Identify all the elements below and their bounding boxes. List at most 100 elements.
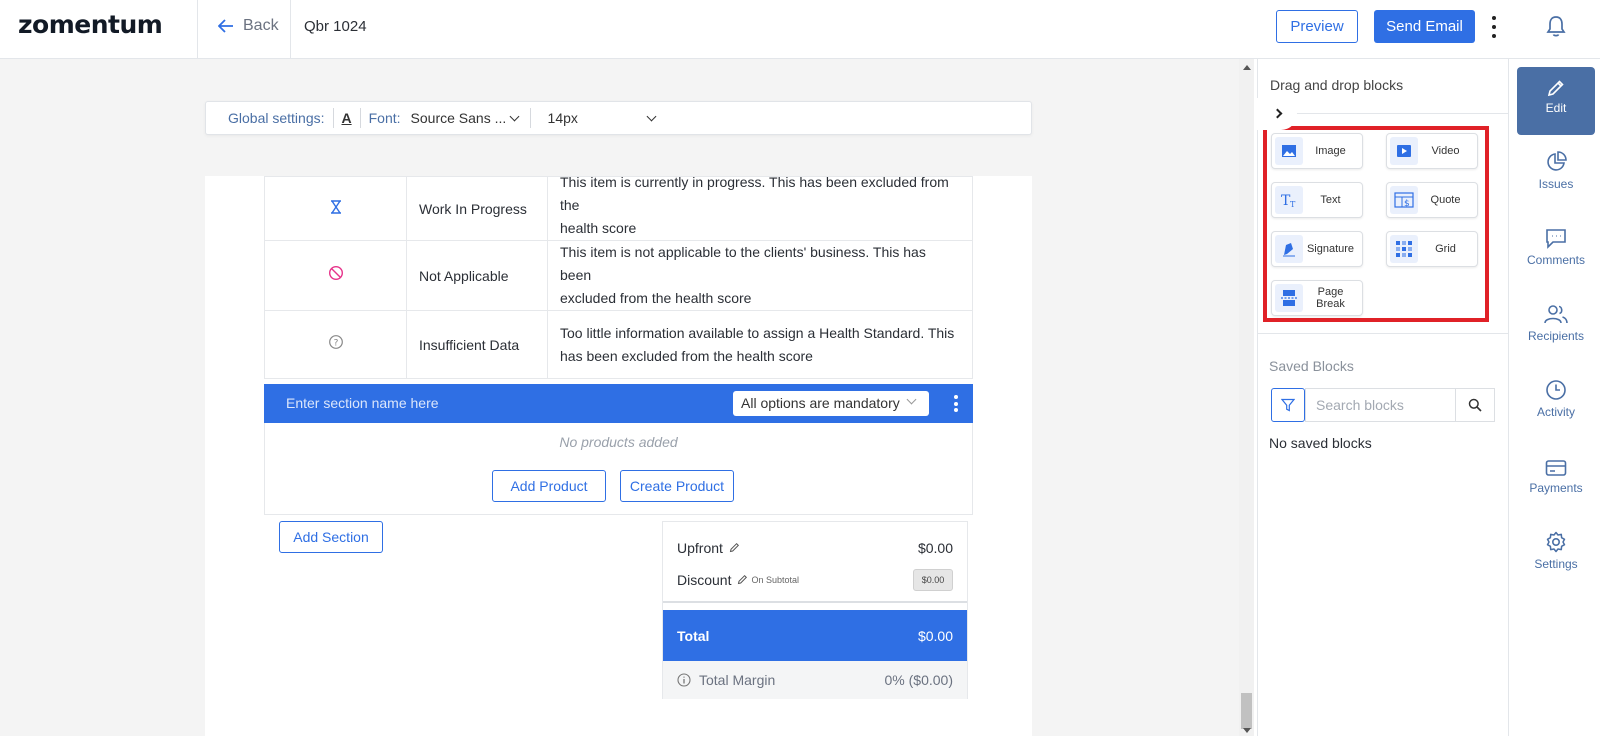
svg-text:T: T bbox=[1290, 200, 1296, 208]
legend-description-line: health score bbox=[560, 220, 637, 236]
margin-label: Total Margin bbox=[699, 672, 776, 688]
margin-value: 0% ($0.00) bbox=[884, 672, 953, 688]
table-row: Not Applicable This item is not applicab… bbox=[264, 240, 973, 311]
editor-canvas: Global settings: A Font: Source Sans ...… bbox=[0, 59, 1239, 736]
arrow-left-icon bbox=[218, 19, 233, 33]
rail-item-recipients[interactable]: Recipients bbox=[1517, 295, 1595, 363]
video-block[interactable]: Video bbox=[1386, 133, 1478, 169]
scroll-down-arrow-icon[interactable] bbox=[1243, 728, 1251, 733]
svg-text:$: $ bbox=[1404, 199, 1410, 208]
page-break-block[interactable]: Page Break bbox=[1271, 280, 1363, 316]
chevron-down-icon[interactable] bbox=[646, 111, 656, 121]
global-settings-label: Global settings: bbox=[228, 110, 325, 126]
more-options-icon[interactable] bbox=[1490, 16, 1498, 38]
canvas-scrollbar[interactable] bbox=[1239, 59, 1254, 736]
font-label: Font: bbox=[368, 110, 401, 126]
scroll-thumb[interactable] bbox=[1241, 693, 1252, 729]
scroll-up-arrow-icon[interactable] bbox=[1243, 65, 1251, 70]
create-product-button[interactable]: Create Product bbox=[620, 470, 734, 502]
upfront-row: Upfront $0.00 bbox=[677, 540, 953, 556]
logo: zomentum bbox=[18, 10, 163, 39]
discount-input[interactable]: $0.00 bbox=[913, 569, 953, 591]
rail-item-comments[interactable]: Comments bbox=[1517, 219, 1595, 287]
image-icon bbox=[1275, 137, 1303, 165]
margin-row: Total Margin 0% ($0.00) bbox=[663, 661, 967, 699]
section-name-input[interactable]: Enter section name here bbox=[286, 395, 439, 411]
video-icon bbox=[1390, 137, 1418, 165]
rail-item-label: Recipients bbox=[1527, 329, 1585, 343]
grid-block[interactable]: Grid bbox=[1386, 231, 1478, 267]
clock-icon bbox=[1545, 371, 1567, 401]
preview-button[interactable]: Preview bbox=[1276, 10, 1358, 43]
legend-description-line: excluded from the health score bbox=[560, 290, 752, 306]
block-label: Page Break bbox=[1316, 286, 1345, 310]
filter-button[interactable] bbox=[1271, 388, 1305, 422]
mandatory-select[interactable]: All options are mandatory bbox=[733, 391, 929, 416]
chevron-down-icon[interactable] bbox=[509, 111, 519, 121]
search-button[interactable] bbox=[1455, 388, 1495, 422]
hourglass-icon bbox=[264, 176, 407, 241]
table-row: Work In Progress This item is currently … bbox=[264, 174, 973, 241]
rail-item-edit[interactable]: Edit bbox=[1517, 67, 1595, 135]
text-block[interactable]: TT Text bbox=[1271, 182, 1363, 218]
search-blocks-input[interactable] bbox=[1305, 388, 1455, 422]
right-rail: Edit Issues Comments Recipients Activity… bbox=[1508, 59, 1600, 736]
signature-icon bbox=[1275, 235, 1303, 263]
divider bbox=[197, 0, 198, 59]
pencil-icon[interactable] bbox=[729, 540, 740, 556]
blocks-highlight-box: Image Video TT Text $ Quote Signature Gr… bbox=[1263, 126, 1489, 322]
text-icon: TT bbox=[1275, 186, 1303, 214]
grid-icon bbox=[1390, 235, 1418, 263]
collapse-panel-button[interactable] bbox=[1257, 98, 1297, 130]
add-section-button[interactable]: Add Section bbox=[279, 521, 383, 553]
back-label: Back bbox=[243, 17, 279, 34]
legend-description: Too little information available to assi… bbox=[547, 310, 973, 379]
chevron-down-icon bbox=[906, 394, 917, 405]
upfront-value: $0.00 bbox=[917, 540, 953, 556]
not-applicable-icon bbox=[264, 240, 407, 311]
block-label: Quote bbox=[1430, 194, 1461, 206]
block-label: Grid bbox=[1435, 243, 1456, 255]
pricing-summary: Upfront $0.00 Discount On Subtotal $0.00… bbox=[662, 521, 968, 699]
global-settings-bar: Global settings: A Font: Source Sans ...… bbox=[205, 101, 1032, 135]
document-title[interactable]: Qbr 1024 bbox=[304, 18, 367, 35]
legend-description-line: This item is currently in progress. This… bbox=[560, 174, 949, 213]
rail-item-activity[interactable]: Activity bbox=[1517, 371, 1595, 439]
divider bbox=[663, 601, 967, 603]
total-row: Total $0.00 bbox=[663, 610, 967, 661]
section-more-icon[interactable] bbox=[953, 395, 959, 412]
block-label: Text bbox=[1320, 194, 1341, 206]
question-icon: ? bbox=[264, 310, 407, 379]
bell-icon[interactable] bbox=[1545, 14, 1567, 43]
blocks-panel: Drag and drop blocks Image Video TT Text… bbox=[1257, 59, 1508, 736]
font-size-select[interactable]: 14px bbox=[548, 110, 648, 126]
total-value: $0.00 bbox=[917, 628, 953, 644]
upfront-label: Upfront bbox=[677, 540, 723, 556]
section-body: No products added Add Product Create Pro… bbox=[264, 423, 973, 515]
rail-item-settings[interactable]: Settings bbox=[1517, 523, 1595, 591]
legend-description-line: Too little information available to assi… bbox=[560, 324, 955, 341]
pencil-icon bbox=[1547, 67, 1565, 97]
table-row: ? Insufficient Data Too little informati… bbox=[264, 310, 973, 379]
text-color-icon[interactable]: A bbox=[342, 110, 352, 126]
divider bbox=[290, 0, 291, 59]
rail-item-issues[interactable]: Issues bbox=[1517, 143, 1595, 211]
quote-block[interactable]: $ Quote bbox=[1386, 182, 1478, 218]
rail-item-payments[interactable]: Payments bbox=[1517, 447, 1595, 515]
divider bbox=[1258, 333, 1508, 334]
pencil-icon[interactable] bbox=[737, 572, 748, 588]
back-button[interactable]: Back bbox=[218, 17, 279, 35]
chevron-right-icon bbox=[1272, 108, 1283, 119]
mandatory-select-value: All options are mandatory bbox=[741, 395, 900, 411]
image-block[interactable]: Image bbox=[1271, 133, 1363, 169]
svg-text:?: ? bbox=[333, 338, 338, 348]
send-email-button[interactable]: Send Email bbox=[1374, 10, 1475, 43]
font-select[interactable]: Source Sans ... bbox=[411, 110, 511, 126]
search-icon bbox=[1468, 398, 1482, 412]
legend-label: Not Applicable bbox=[406, 240, 548, 311]
signature-block[interactable]: Signature bbox=[1271, 231, 1363, 267]
legend-label: Insufficient Data bbox=[406, 310, 548, 379]
health-legend-table: Work In Progress This item is currently … bbox=[264, 174, 973, 379]
add-product-button[interactable]: Add Product bbox=[492, 470, 606, 502]
rail-item-label: Activity bbox=[1536, 405, 1575, 419]
